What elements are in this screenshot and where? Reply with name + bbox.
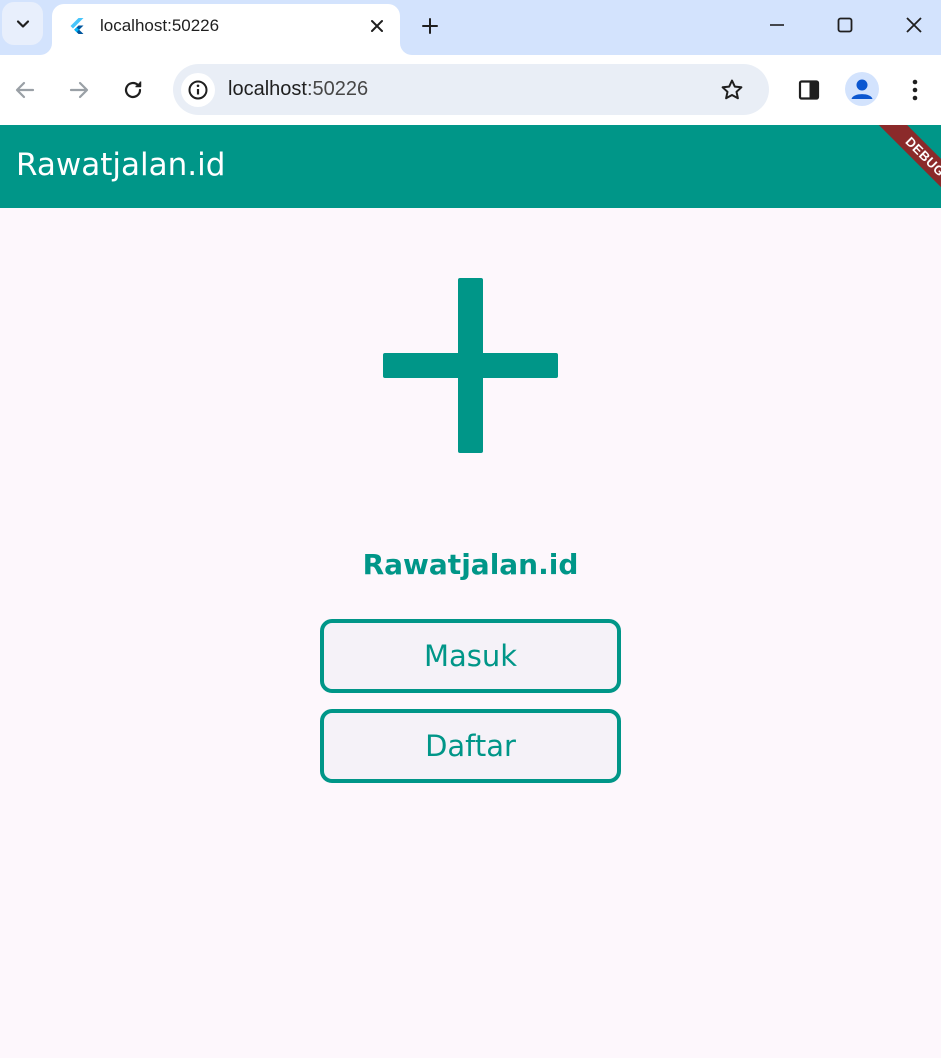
minimize-button[interactable]: [757, 8, 797, 42]
browser-menu-button[interactable]: [897, 72, 933, 108]
app-bar-title: Rawatjalan.id: [16, 147, 226, 183]
url-host: localhost: [228, 78, 307, 100]
back-button[interactable]: [7, 72, 43, 108]
chevron-down-icon: [16, 19, 29, 28]
side-panel-icon: [798, 80, 820, 100]
maximize-button[interactable]: [825, 8, 865, 42]
address-bar[interactable]: localhost:50226: [173, 64, 769, 115]
plus-icon: [422, 18, 438, 34]
reload-icon: [124, 81, 142, 99]
register-button[interactable]: Daftar: [320, 709, 621, 783]
tab-title: localhost:50226: [100, 16, 220, 35]
window-close-icon: [906, 17, 922, 33]
forward-button[interactable]: [61, 72, 97, 108]
window-close-button[interactable]: [894, 8, 934, 42]
url-text[interactable]: localhost:50226: [228, 78, 368, 101]
profile-button[interactable]: [845, 72, 879, 106]
login-button[interactable]: Masuk: [320, 619, 621, 693]
star-icon: [721, 79, 743, 100]
bookmark-button[interactable]: [718, 76, 746, 104]
new-tab-button[interactable]: [416, 12, 444, 40]
side-panel-button[interactable]: [791, 72, 827, 108]
url-port: :50226: [306, 78, 369, 100]
tab-strip: localhost:50226: [0, 0, 941, 55]
flutter-icon: [70, 18, 84, 34]
forward-arrow-icon: [69, 81, 89, 99]
browser-toolbar: localhost:50226: [0, 55, 941, 125]
maximize-icon: [837, 17, 853, 33]
tab-search-button[interactable]: [2, 2, 43, 45]
debug-banner: DEBUG: [868, 125, 941, 208]
more-vert-icon: [912, 79, 918, 101]
back-arrow-icon: [15, 81, 35, 99]
medical-cross-icon: [383, 278, 558, 453]
site-info-button[interactable]: [181, 73, 215, 107]
app-bar: Rawatjalan.id DEBUG: [0, 125, 941, 208]
browser-tab[interactable]: localhost:50226: [52, 4, 400, 55]
minimize-icon: [770, 24, 784, 26]
profile-icon: [851, 79, 873, 99]
tab-close-button[interactable]: [366, 15, 388, 37]
close-icon: [371, 20, 383, 32]
info-icon: [188, 80, 208, 100]
brand-title: Rawatjalan.id: [362, 548, 579, 581]
reload-button[interactable]: [115, 72, 151, 108]
